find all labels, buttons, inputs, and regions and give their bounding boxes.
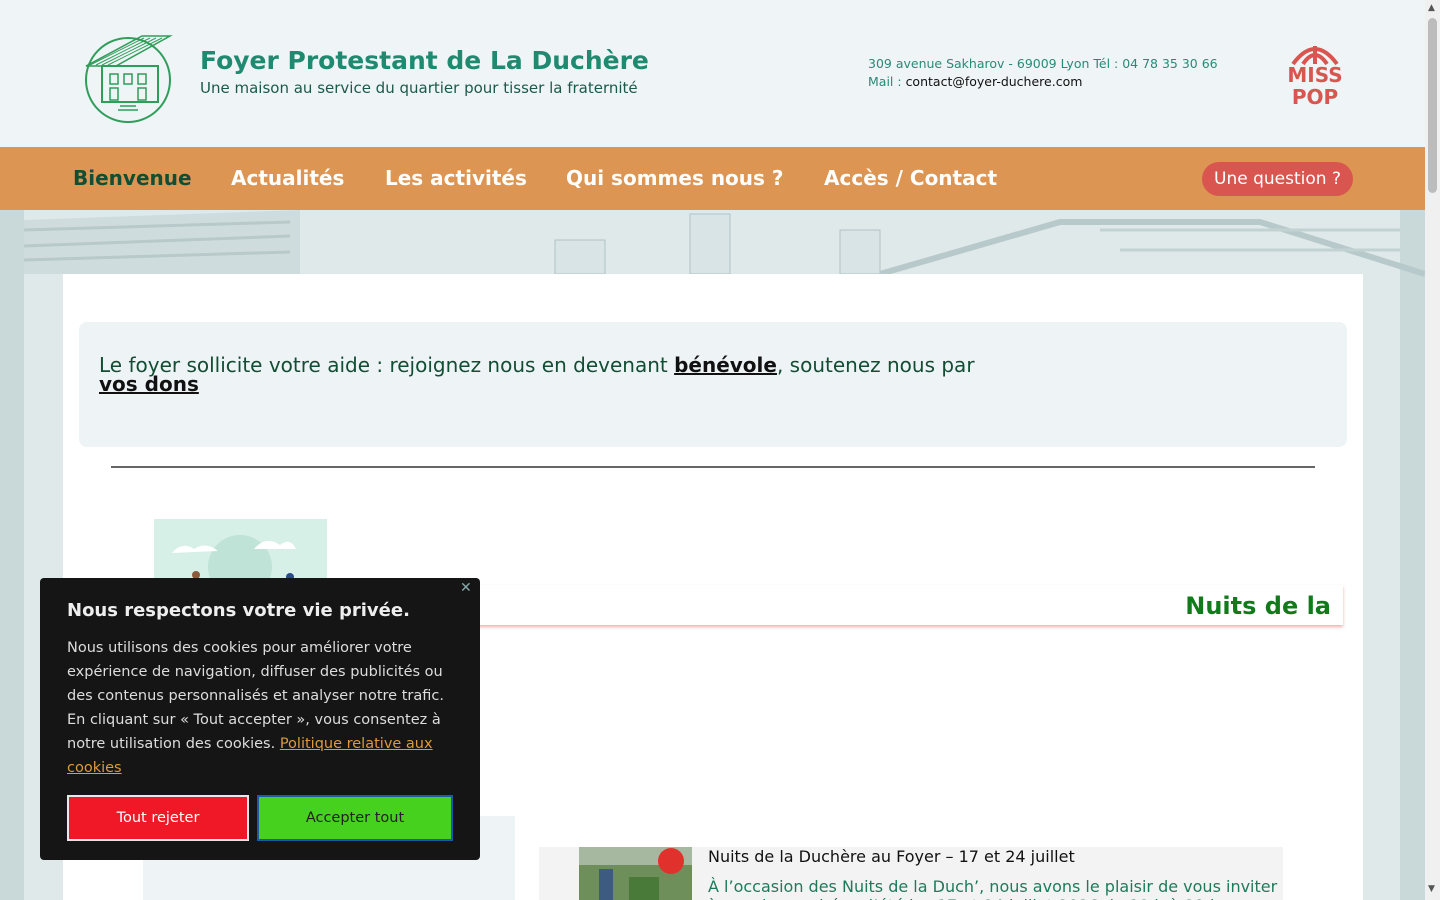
svg-text:POP: POP <box>1292 85 1338 108</box>
svg-text:MISS: MISS <box>1287 63 1342 87</box>
site-title[interactable]: Foyer Protestant de La Duchère <box>200 46 649 75</box>
mail-label: Mail : <box>868 74 906 89</box>
site-header: Foyer Protestant de La Duchère Une maiso… <box>0 0 1425 147</box>
nav-item-acces-contact[interactable]: Accès / Contact <box>824 166 997 190</box>
main-nav: Bienvenue Actualités Les activités Qui s… <box>0 147 1425 210</box>
cookie-title: Nous respectons votre vie privée. <box>67 600 410 621</box>
volunteer-link[interactable]: bénévole <box>674 353 777 377</box>
notice-text: Le foyer sollicite votre aide : rejoigne… <box>99 353 999 396</box>
question-button[interactable]: Une question ? <box>1202 162 1353 196</box>
page-scrollbar[interactable]: ▲ ▼ <box>1425 0 1440 900</box>
cookie-banner: ✕ Nous respectons votre vie privée. Nous… <box>40 578 480 860</box>
reject-all-button[interactable]: Tout rejeter <box>67 795 249 841</box>
mail-link[interactable]: contact@foyer-duchere.com <box>906 74 1083 89</box>
article-thumbnail[interactable] <box>579 847 692 900</box>
notice-box: Le foyer sollicite votre aide : rejoigne… <box>79 322 1347 447</box>
donations-link[interactable]: vos dons <box>99 372 199 396</box>
scroll-up-arrow-icon[interactable]: ▲ <box>1428 3 1435 13</box>
contact-mail: Mail : contact@foyer-duchere.com <box>868 74 1082 89</box>
close-icon[interactable]: ✕ <box>460 580 472 596</box>
scroll-down-arrow-icon[interactable]: ▼ <box>1428 884 1435 894</box>
cookie-text: Nous utilisons des cookies pour améliore… <box>67 636 452 780</box>
article-excerpt: À l’occasion des Nuits de la Duch’, nous… <box>708 877 1278 900</box>
featured-title-box[interactable]: Nuits de la <box>373 585 1343 625</box>
divider <box>111 466 1315 468</box>
nav-item-qui-sommes-nous[interactable]: Qui sommes nous ? <box>566 166 784 190</box>
notice-text-middle: , soutenez nous par <box>776 353 975 377</box>
article-title[interactable]: Nuits de la Duchère au Foyer – 17 et 24 … <box>708 847 1075 866</box>
featured-title[interactable]: Nuits de la <box>1185 592 1331 620</box>
nav-item-activites[interactable]: Les activités <box>385 166 527 190</box>
nav-item-bienvenue[interactable]: Bienvenue <box>73 166 192 190</box>
article-card[interactable]: Nuits de la Duchère au Foyer – 17 et 24 … <box>539 847 1283 900</box>
site-tagline: Une maison au service du quartier pour t… <box>200 79 638 97</box>
foyer-logo[interactable] <box>80 32 176 128</box>
nav-item-actualites[interactable]: Actualités <box>231 166 344 190</box>
scrollbar-thumb[interactable] <box>1428 18 1437 193</box>
miss-pop-logo[interactable]: MISS POP <box>1279 40 1351 109</box>
accept-all-button[interactable]: Accepter tout <box>257 795 453 841</box>
contact-address: 309 avenue Sakharov - 69009 Lyon Tél : 0… <box>868 56 1218 71</box>
